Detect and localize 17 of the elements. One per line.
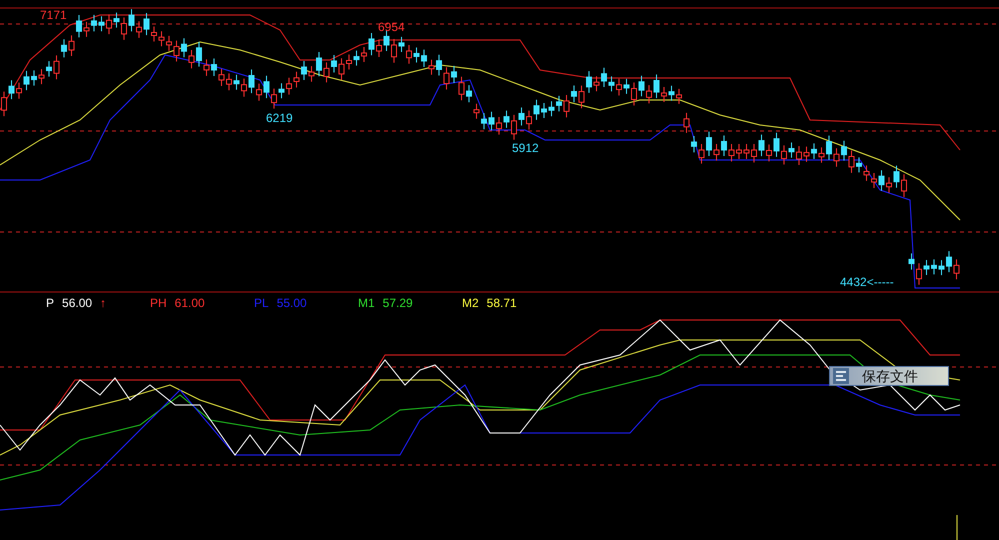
legend-name: M2 — [462, 295, 479, 312]
legend-value: 61.00 — [174, 295, 205, 312]
trend-arrow: ↑ — [100, 295, 106, 312]
legend-name: PL — [254, 295, 269, 312]
legend-value: 57.29 — [382, 295, 413, 312]
legend-value: 58.71 — [486, 295, 517, 312]
tooltip-text: 保存文件 — [862, 366, 918, 386]
legend-value: 56.00 — [62, 295, 92, 312]
legend-name: M1 — [358, 295, 375, 312]
legend-value: 55.00 — [276, 295, 307, 312]
legend-name: PH — [150, 295, 167, 312]
price-label: 4432<----- — [840, 275, 894, 289]
price-label: 6954 — [378, 20, 405, 34]
price-label: 6219 — [266, 111, 293, 125]
legend-name: P — [46, 295, 54, 312]
price-label: 7171 — [40, 8, 67, 22]
price-label: 5912 — [512, 141, 539, 155]
